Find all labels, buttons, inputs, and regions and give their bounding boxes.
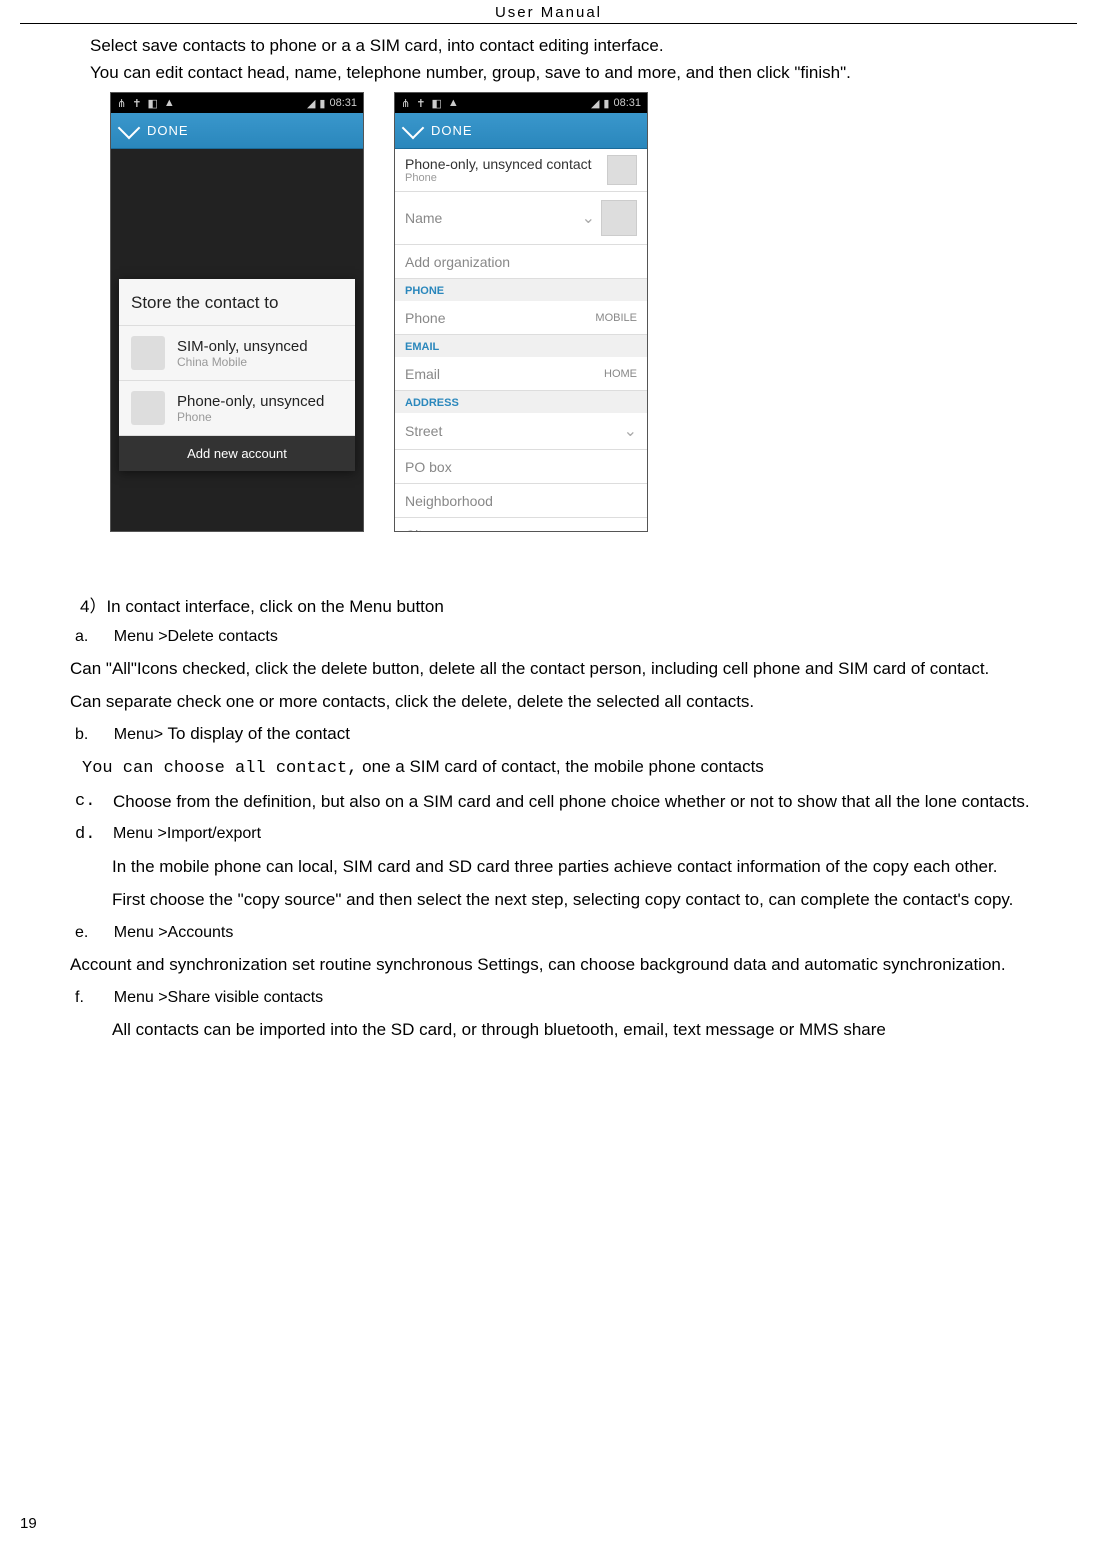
account-sim[interactable]: SIM-only, unsynced China Mobile (119, 326, 355, 381)
intro-paragraph: Select save contacts to phone or a a SIM… (90, 32, 1077, 86)
item-e-title: Menu >Accounts (114, 924, 234, 941)
section-address: ADDRESS (395, 391, 647, 413)
phone-icon (131, 391, 165, 425)
icon-status1: ⋔ (401, 97, 410, 110)
icon-status2: ✝ (132, 97, 141, 110)
pobox-field[interactable]: PO box (395, 450, 647, 484)
header-title: Phone-only, unsynced contact (405, 156, 592, 172)
sim-sub: China Mobile (177, 355, 308, 369)
section-phone: PHONE (395, 279, 647, 301)
icon-status3: ◧ (147, 97, 157, 110)
text-content: 4）In contact interface, click on the Men… (20, 592, 1077, 782)
item-a-p1: Can "All"Icons checked, click the delete… (70, 656, 1077, 682)
dialog-title: Store the contact to (119, 279, 355, 326)
signal-icon: ◢ (307, 97, 315, 110)
email-type[interactable]: HOME (604, 368, 637, 380)
phone-sub: Phone (177, 410, 324, 424)
battery-icon: ▮ (603, 97, 609, 110)
header-sub: Phone (405, 172, 592, 184)
item-f: f. Menu >Share visible contacts (75, 984, 1077, 1011)
store-dialog: Store the contact to SIM-only, unsynced … (119, 279, 355, 471)
item-e: e. Menu >Accounts (75, 919, 1077, 946)
icon-status4: ▲ (164, 97, 175, 110)
step-4: 4）In contact interface, click on the Men… (80, 592, 1077, 617)
done-bar[interactable]: DONE (395, 113, 647, 149)
item-b-p1: You can choose all contact, one a SIM ca… (82, 754, 1077, 782)
item-d-p1: In the mobile phone can local, SIM card … (112, 854, 1077, 880)
add-new-account-button[interactable]: Add new account (119, 436, 355, 471)
header-rule (20, 23, 1077, 24)
item-c: c. Choose from the definition, but also … (75, 788, 1077, 815)
phone-title: Phone-only, unsynced (177, 393, 324, 410)
screenshots-row: ⋔ ✝ ◧ ▲ ◢ ▮ 08:31 DONE Store the contact… (110, 92, 1077, 532)
sim-icon (131, 336, 165, 370)
item-d-title: Menu >Import/export (113, 821, 1077, 848)
email-field[interactable]: Email HOME (395, 357, 647, 391)
item-f-p1: All contacts can be imported into the SD… (112, 1017, 1077, 1043)
city-field[interactable]: City (395, 518, 647, 532)
edit-body: Phone-only, unsynced contact Phone Name … (395, 149, 647, 532)
status-bar: ⋔ ✝ ◧ ▲ ◢ ▮ 08:31 (395, 93, 647, 113)
icon-status1: ⋔ (117, 97, 126, 110)
item-b-rest: To display of the contact (168, 724, 350, 743)
avatar-icon[interactable] (601, 200, 637, 236)
item-f-title: Menu >Share visible contacts (114, 989, 323, 1006)
account-phone[interactable]: Phone-only, unsynced Phone (119, 381, 355, 436)
done-label: DONE (147, 123, 189, 138)
item-b: b. Menu> To display of the contact (75, 721, 1077, 748)
name-field[interactable]: Name ⌄ (395, 192, 647, 245)
page-number: 19 (20, 1515, 37, 1532)
add-organization[interactable]: Add organization (395, 245, 647, 279)
item-a-p2: Can separate check one or more contacts,… (70, 689, 1077, 715)
account-square-icon (607, 155, 637, 185)
page-header: User Manual (20, 0, 1077, 23)
battery-icon: ▮ (319, 97, 325, 110)
checkmark-icon (118, 117, 141, 140)
name-label: Name (405, 210, 442, 226)
account-header[interactable]: Phone-only, unsynced contact Phone (395, 149, 647, 192)
done-bar[interactable]: DONE (111, 113, 363, 149)
intro-line1: Select save contacts to phone or a a SIM… (90, 32, 1077, 59)
chevron-down-icon[interactable]: ⌄ (582, 208, 595, 228)
item-c-text: Choose from the definition, but also on … (113, 788, 1077, 815)
screenshot-store-contact: ⋔ ✝ ◧ ▲ ◢ ▮ 08:31 DONE Store the contact… (110, 92, 364, 532)
intro-line2: You can edit contact head, name, telepho… (90, 59, 1077, 86)
status-bar: ⋔ ✝ ◧ ▲ ◢ ▮ 08:31 (111, 93, 363, 113)
signal-icon: ◢ (591, 97, 599, 110)
item-e-p1: Account and synchronization set routine … (70, 952, 1077, 978)
item-a: a. Menu >Delete contacts (75, 623, 1077, 650)
done-label: DONE (431, 123, 473, 138)
neighborhood-field[interactable]: Neighborhood (395, 484, 647, 518)
item-b-prefix: Menu> (114, 726, 168, 743)
street-field[interactable]: Street ⌄ (395, 413, 647, 450)
checkmark-icon (402, 117, 425, 140)
sim-title: SIM-only, unsynced (177, 338, 308, 355)
item-a-title: Menu >Delete contacts (114, 628, 278, 645)
screenshot-edit-contact: ⋔ ✝ ◧ ▲ ◢ ▮ 08:31 DONE Phone-only, unsyn… (394, 92, 648, 532)
chevron-down-icon[interactable]: ⌄ (624, 421, 637, 441)
icon-status4: ▲ (448, 97, 459, 110)
section-email: EMAIL (395, 335, 647, 357)
dark-background: Store the contact to SIM-only, unsynced … (111, 149, 363, 531)
clock: 08:31 (329, 97, 357, 109)
item-d: d. Menu >Import/export (75, 821, 1077, 848)
icon-status3: ◧ (431, 97, 441, 110)
icon-status2: ✝ (416, 97, 425, 110)
item-d-p2: First choose the "copy source" and then … (112, 887, 1077, 913)
clock: 08:31 (613, 97, 641, 109)
phone-field[interactable]: Phone MOBILE (395, 301, 647, 335)
phone-type[interactable]: MOBILE (595, 312, 637, 324)
